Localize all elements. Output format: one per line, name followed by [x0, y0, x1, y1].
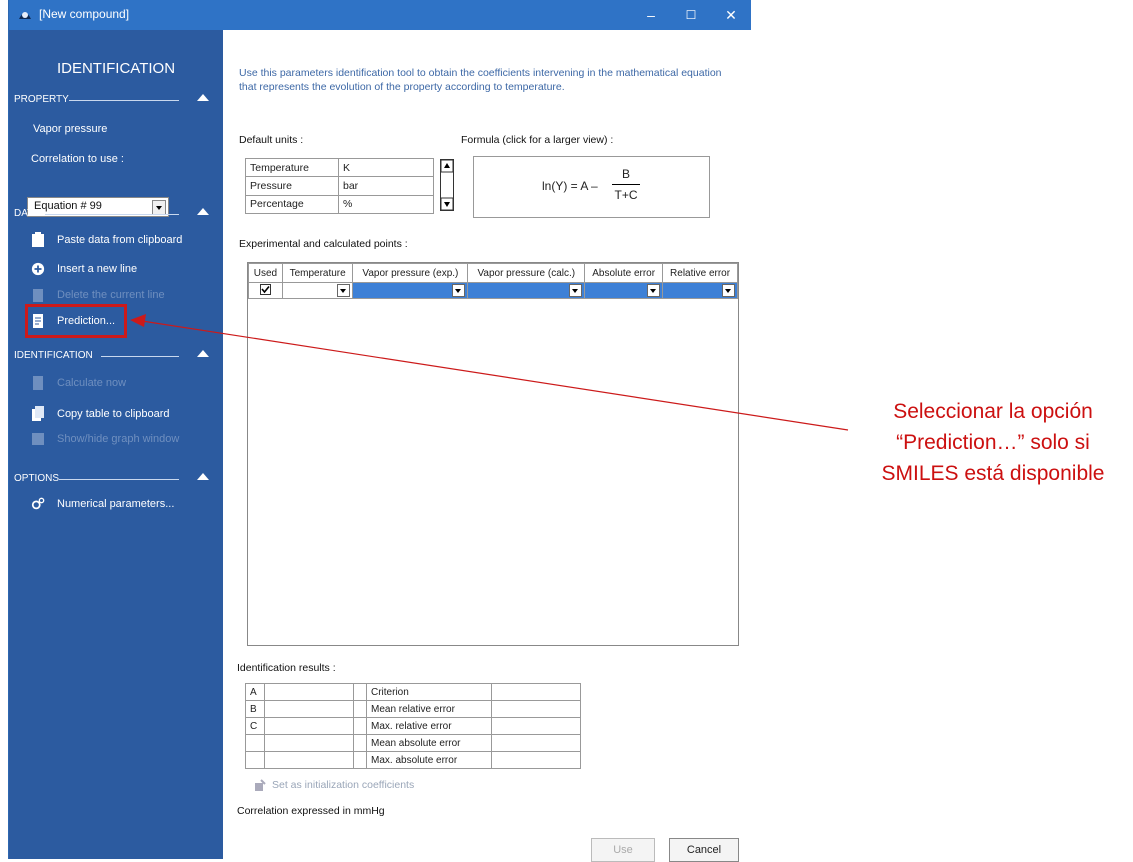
annotation-text: Seleccionar la opción “Prediction…” solo… [858, 396, 1128, 489]
annotation-line: “Prediction…” solo si [896, 431, 1090, 454]
annotation-line: Seleccionar la opción [893, 400, 1093, 423]
annotation-line: SMILES está disponible [881, 462, 1105, 485]
